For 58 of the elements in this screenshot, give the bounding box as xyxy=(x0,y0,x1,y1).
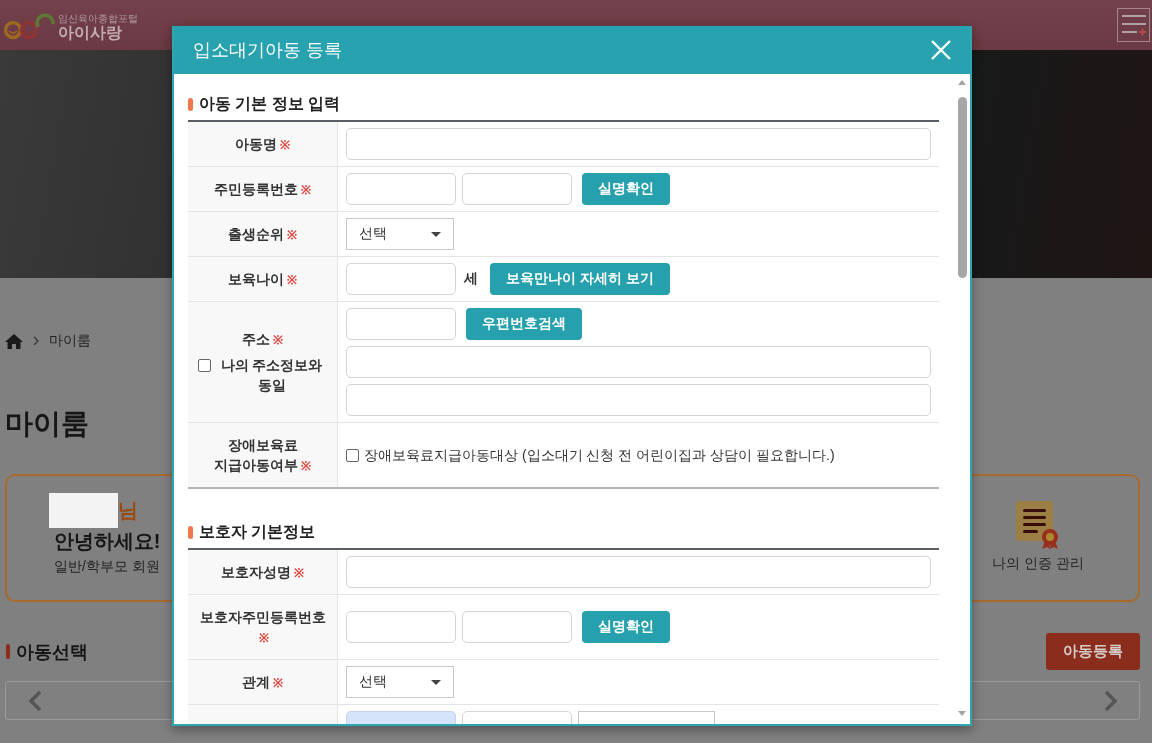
menu-button[interactable] xyxy=(1117,8,1150,42)
field-label: 주민등록번호 ※ xyxy=(214,180,311,199)
breadcrumb-link[interactable]: 마이룸 xyxy=(49,332,91,350)
text-input[interactable] xyxy=(346,556,931,588)
chevron-right-icon xyxy=(33,336,39,346)
text-input[interactable] xyxy=(462,611,572,643)
select-dropdown[interactable]: 선택 xyxy=(346,666,454,698)
scrollbar-thumb[interactable] xyxy=(957,97,967,278)
caret-down-icon xyxy=(431,679,441,685)
certificate-management-link[interactable]: 나의 인증 관리 xyxy=(958,501,1118,573)
section-heading: 아동 기본 정보 입력 xyxy=(188,93,939,115)
scroll-up-arrow-icon[interactable] xyxy=(958,80,966,85)
rings-logo-icon[interactable] xyxy=(3,12,57,42)
text-input[interactable] xyxy=(346,128,931,160)
certificate-icon xyxy=(1016,501,1060,549)
inline-text: 세 xyxy=(464,270,478,288)
action-button[interactable]: 실명확인 xyxy=(582,173,670,205)
checkbox[interactable] xyxy=(346,448,359,462)
caret-down-icon xyxy=(431,231,441,237)
field-label: 관계 ※ xyxy=(242,673,283,692)
field-label: 장애보육료 지급아동여부 ※ xyxy=(213,436,312,475)
field-label: 주소 ※ xyxy=(242,330,283,349)
action-button[interactable]: 우편번호검색 xyxy=(466,308,582,340)
scroll-down-arrow-icon[interactable] xyxy=(958,711,966,716)
text-input[interactable] xyxy=(346,611,456,643)
action-button[interactable]: 보육만나이 자세히 보기 xyxy=(490,263,670,295)
text-input[interactable] xyxy=(346,308,456,340)
field-label: 출생순위 ※ xyxy=(228,225,297,244)
logo-tagline: 임신육아종합포털 xyxy=(58,13,138,24)
close-icon xyxy=(931,40,951,60)
field-label: 아동명 ※ xyxy=(235,135,290,154)
field-label: 보호자성명 ※ xyxy=(221,563,304,582)
greeting-text: 안녕하세요! xyxy=(53,529,161,554)
text-input[interactable] xyxy=(462,173,572,205)
section-heading: 아동선택 xyxy=(5,639,88,664)
text-input[interactable] xyxy=(346,384,931,416)
action-button[interactable]: 실명확인 xyxy=(582,611,670,643)
field-label: 보육나이 ※ xyxy=(228,270,297,289)
member-type: 일반/학부모 회원 xyxy=(54,557,160,576)
page-title: 마이룸 xyxy=(5,407,90,441)
logo-name: 아이사랑 xyxy=(58,24,122,41)
checkbox-label: 장애보육료지급아동대상 (입소대기 신청 전 어린이집과 상담이 필요합니다.) xyxy=(364,446,835,465)
close-button[interactable] xyxy=(931,40,951,60)
register-child-button[interactable]: 아동등록 xyxy=(1046,633,1140,670)
chevron-left-icon[interactable] xyxy=(28,689,42,712)
checkbox-label: 나의 주소정보와 동일 xyxy=(219,356,324,395)
home-icon[interactable] xyxy=(5,333,23,349)
text-input[interactable] xyxy=(346,173,456,205)
menu-icon xyxy=(1121,14,1146,36)
select-dropdown[interactable]: 선택 xyxy=(346,218,454,250)
name-suffix: 님 xyxy=(117,498,138,523)
checkbox[interactable] xyxy=(198,359,211,372)
dialog-title: 입소대기아동 등록 xyxy=(193,39,342,62)
chevron-right-icon[interactable] xyxy=(1104,689,1118,712)
section-heading: 보호자 기본정보 xyxy=(188,521,939,543)
text-input[interactable] xyxy=(346,346,931,378)
text-input[interactable] xyxy=(346,263,456,295)
field-label: 보호자주민등록번호 ※ xyxy=(198,608,327,647)
